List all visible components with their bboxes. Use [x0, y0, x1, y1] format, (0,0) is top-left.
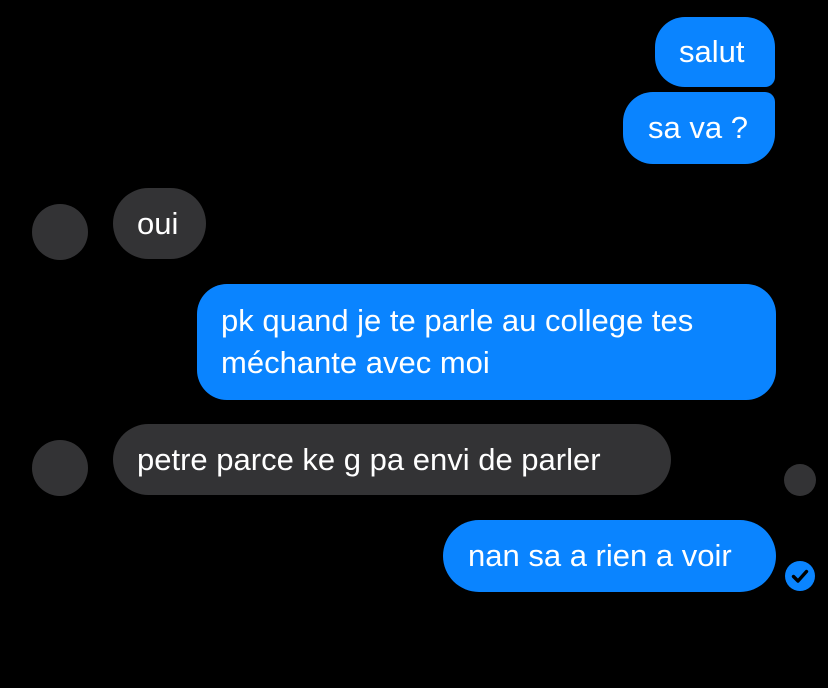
check-circle-icon — [785, 561, 815, 591]
message-thread: salut sa va ? oui pk quand je te parle a… — [0, 0, 828, 688]
contact-avatar[interactable] — [32, 440, 88, 496]
seen-avatar — [784, 464, 816, 496]
outgoing-message-bubble[interactable]: sa va ? — [623, 92, 775, 164]
message-text: nan sa a rien a voir — [468, 538, 732, 573]
message-text: petre parce ke g pa envi de parler — [137, 442, 601, 477]
message-text: oui — [137, 206, 179, 241]
incoming-message-bubble[interactable]: oui — [113, 188, 206, 259]
message-text: salut — [679, 34, 745, 69]
outgoing-message-bubble[interactable]: nan sa a rien a voir — [443, 520, 776, 592]
message-text-line: méchante avec moi — [221, 345, 490, 380]
contact-avatar[interactable] — [32, 204, 88, 260]
outgoing-message-bubble[interactable]: salut — [655, 17, 775, 87]
outgoing-message-bubble[interactable]: pk quand je te parle au college tes méch… — [197, 284, 776, 400]
message-text-line: pk quand je te parle au college tes — [221, 303, 694, 338]
message-text: sa va ? — [648, 110, 748, 145]
incoming-message-bubble[interactable]: petre parce ke g pa envi de parler — [113, 424, 671, 495]
